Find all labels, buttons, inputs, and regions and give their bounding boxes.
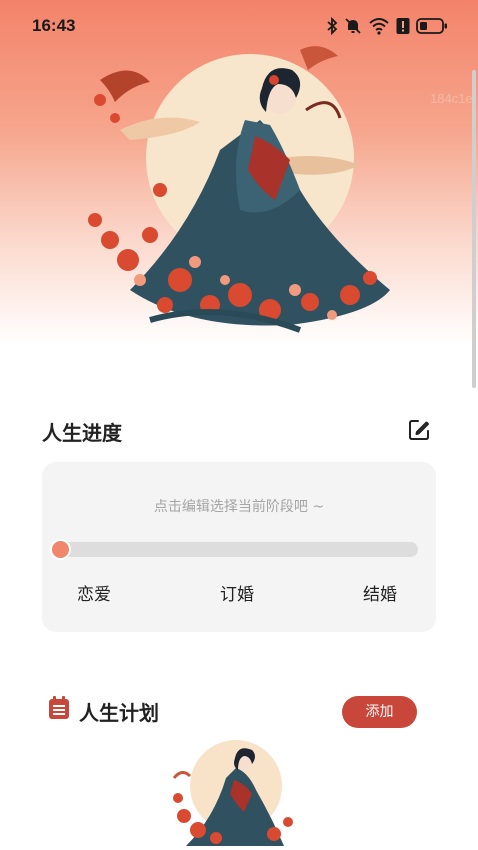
progress-track[interactable] bbox=[50, 539, 418, 560]
status-time: 16:43 bbox=[32, 16, 76, 35]
edit-progress-button[interactable] bbox=[407, 418, 431, 442]
life-progress-title: 人生进度 bbox=[42, 421, 122, 445]
woman-in-hanfu-illustration-small bbox=[172, 740, 293, 846]
progress-thumb[interactable] bbox=[50, 539, 71, 560]
watermark-text: 184c1e bbox=[430, 91, 473, 106]
stage-marriage[interactable]: 结婚 bbox=[363, 580, 397, 605]
add-plan-button[interactable]: 添加 bbox=[342, 696, 417, 728]
battery-icon bbox=[416, 17, 448, 35]
bluetooth-icon bbox=[326, 17, 338, 35]
mute-bell-icon bbox=[344, 17, 362, 35]
edit-icon bbox=[409, 420, 429, 440]
life-plan-title: 人生计划 bbox=[79, 701, 159, 725]
wifi-icon bbox=[368, 17, 390, 35]
alert-icon bbox=[396, 17, 410, 35]
hero-header: 16:43 184c1e bbox=[0, 0, 478, 345]
status-icons bbox=[326, 14, 448, 38]
progress-hint: 点击编辑选择当前阶段吧 ~ bbox=[153, 499, 325, 515]
stage-dating[interactable]: 恋爱 bbox=[77, 580, 111, 605]
calendar-list-icon bbox=[49, 696, 69, 719]
page-scrollbar[interactable] bbox=[472, 70, 476, 388]
woman-in-hanfu-illustration bbox=[88, 46, 390, 333]
stage-engagement[interactable]: 订婚 bbox=[220, 580, 254, 605]
progress-card[interactable]: 点击编辑选择当前阶段吧 ~ 恋爱 订婚 结婚 bbox=[42, 462, 436, 632]
